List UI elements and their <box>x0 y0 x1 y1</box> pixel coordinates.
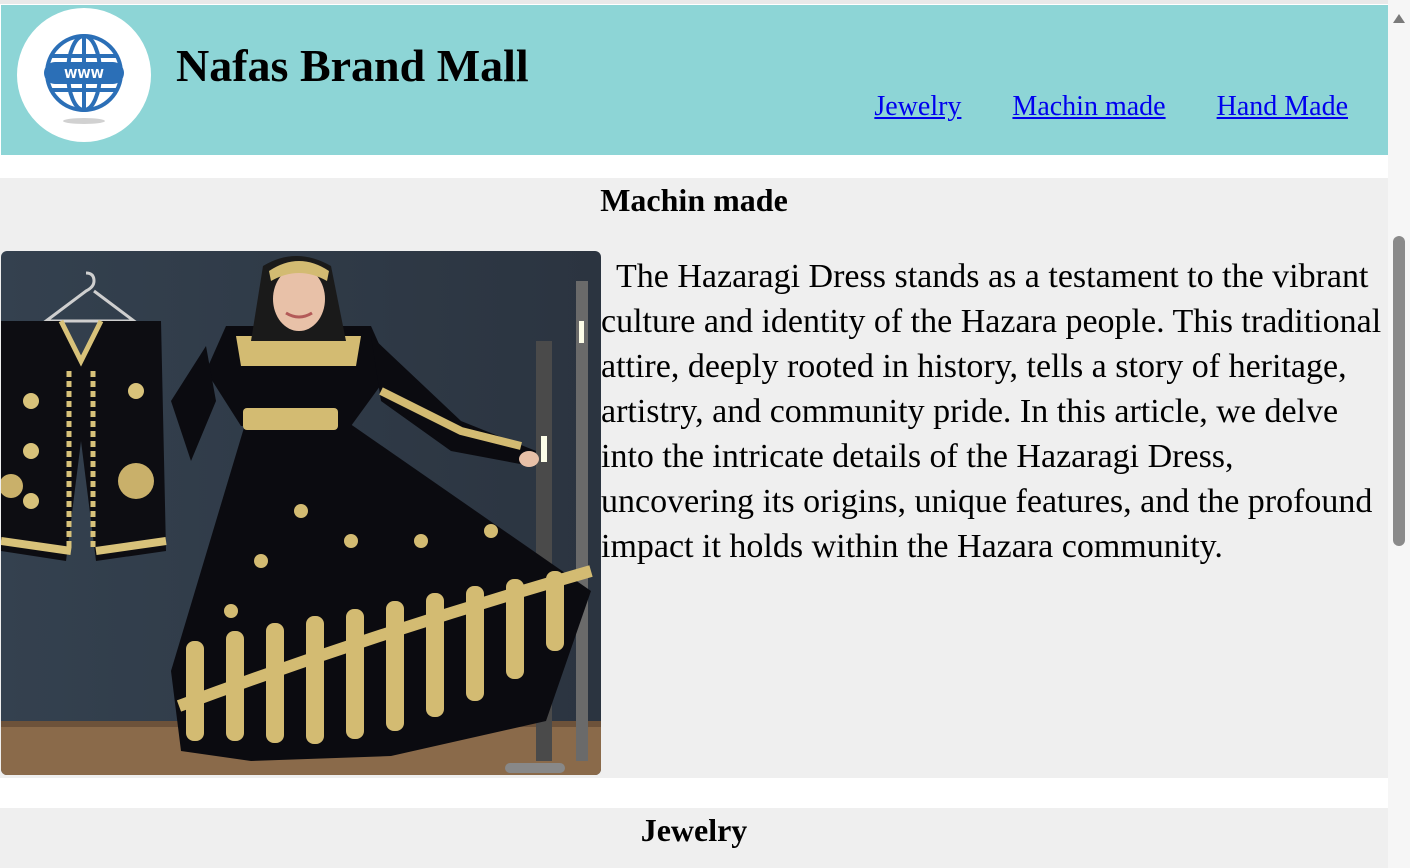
logo[interactable]: WWW <box>17 8 151 142</box>
scroll-up-arrow-icon[interactable] <box>1393 14 1405 23</box>
main-nav: Jewelry Machin made Hand Made <box>874 91 1348 123</box>
section-title: Jewelry <box>640 812 748 848</box>
logo-text: WWW <box>64 67 104 81</box>
section-title: Machin made <box>600 182 788 218</box>
section-jewelry: Jewelry <box>0 808 1388 868</box>
nav-link-jewelry[interactable]: Jewelry <box>874 91 961 123</box>
brand-title: Nafas Brand Mall <box>176 40 529 91</box>
nav-link-hand-made[interactable]: Hand Made <box>1217 91 1348 123</box>
page: WWW Nafas Brand Mall Jewelry Machin made… <box>0 0 1388 868</box>
site-header: WWW Nafas Brand Mall Jewelry Machin made… <box>1 5 1388 155</box>
scroll-thumb[interactable] <box>1393 236 1405 546</box>
section-machin-made: Machin made The Hazaragi Dress stands as… <box>0 178 1388 778</box>
hazaragi-dress-illustration <box>1 251 601 775</box>
top-border <box>0 0 1388 4</box>
product-description: The Hazaragi Dress stands as a testament… <box>601 258 1382 565</box>
product-image <box>1 251 601 775</box>
nav-link-machin-made[interactable]: Machin made <box>1012 91 1165 123</box>
globe-www-icon: WWW <box>44 34 124 112</box>
logo-shadow <box>63 118 105 124</box>
vertical-scrollbar[interactable] <box>1388 0 1410 868</box>
